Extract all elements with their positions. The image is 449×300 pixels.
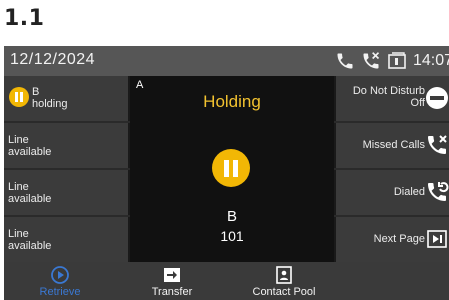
transfer-icon: [162, 265, 182, 288]
transfer-button[interactable]: Transfer: [116, 262, 228, 300]
voicemail-icon: [387, 52, 407, 70]
dialed-label: Dialed: [393, 186, 425, 198]
status-icons: 14:07: [335, 50, 449, 72]
missed-call-icon: [425, 133, 449, 160]
line-key-1[interactable]: B holding: [4, 76, 130, 121]
panel-letter: A: [136, 79, 144, 91]
missed-calls-key[interactable]: Missed Calls: [334, 123, 449, 168]
hold-icon: [212, 149, 250, 187]
line-key-2[interactable]: Line available: [4, 123, 130, 168]
missed-call-icon: [361, 51, 381, 71]
line-key-status: holding: [32, 98, 68, 110]
dnd-state: Off: [410, 97, 425, 109]
phone-icon: [335, 51, 355, 71]
dnd-icon: [425, 86, 449, 113]
line-key-label: Line: [8, 181, 29, 193]
missed-calls-label: Missed Calls: [362, 139, 425, 151]
contact-pool-label: Contact Pool: [252, 286, 316, 298]
call-panel: A Holding B 101: [130, 76, 334, 262]
hold-icon: [9, 87, 29, 107]
line-keys: B holding Line available Line available …: [4, 76, 130, 262]
retrieve-button[interactable]: Retrieve: [4, 262, 116, 300]
dnd-key[interactable]: Do Not Disturb Off: [334, 76, 449, 121]
next-page-key[interactable]: Next Page: [334, 217, 449, 262]
softkey-bar: Retrieve Transfer Contact Pool: [4, 262, 449, 300]
phone-screen: 12/12/2024 14:07 B holding Line availabl…: [4, 46, 449, 300]
line-key-status: available: [8, 146, 52, 158]
next-page-label: Next Page: [373, 233, 425, 245]
status-bar: 12/12/2024 14:07: [4, 46, 449, 76]
line-key-4[interactable]: Line available: [4, 217, 130, 262]
next-page-icon: [427, 229, 449, 252]
caller-name: B: [226, 208, 237, 225]
line-key-status: available: [8, 240, 52, 252]
retrieve-label: Retrieve: [39, 286, 81, 298]
dialed-key[interactable]: Dialed: [334, 170, 449, 215]
status-time: 14:07: [412, 52, 449, 69]
line-key-status: available: [8, 193, 52, 205]
empty-softkey[interactable]: [340, 262, 449, 300]
function-keys: Do Not Disturb Off Missed Calls Dialed N…: [334, 76, 449, 262]
page-heading: 1.1: [4, 6, 45, 31]
dnd-label: Do Not Disturb: [352, 85, 425, 97]
contacts-icon: [274, 265, 294, 288]
line-key-label: Line: [8, 134, 29, 146]
line-key-3[interactable]: Line available: [4, 170, 130, 215]
play-circle-icon: [50, 265, 70, 288]
line-key-label: B: [32, 86, 40, 98]
call-status: Holding: [203, 92, 261, 111]
line-key-label: Line: [8, 228, 29, 240]
dialed-call-icon: [425, 180, 449, 207]
transfer-label: Transfer: [151, 286, 193, 298]
status-date: 12/12/2024: [10, 51, 96, 68]
caller-number: 101: [220, 228, 244, 244]
contact-pool-button[interactable]: Contact Pool: [228, 262, 340, 300]
